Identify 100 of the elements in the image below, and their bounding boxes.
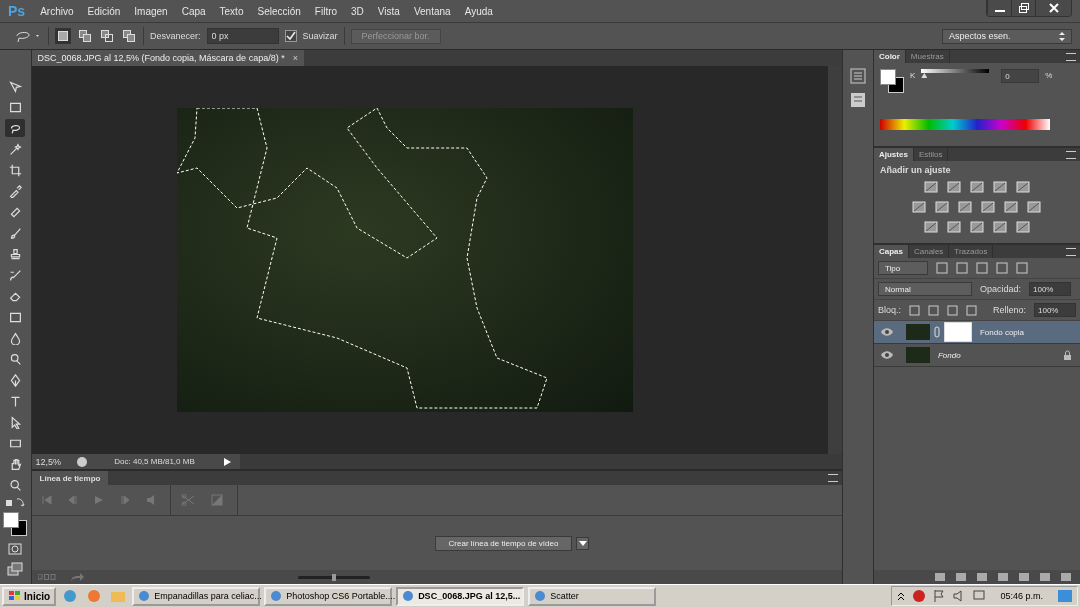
restore-button[interactable]: [1011, 0, 1035, 16]
scrollbar[interactable]: [239, 454, 843, 469]
menu-item[interactable]: Filtro: [307, 5, 345, 17]
timeline-tab[interactable]: Línea de tiempo: [31, 471, 109, 485]
fill-field[interactable]: 100%: [1034, 303, 1076, 317]
workspace-dropdown[interactable]: Aspectos esen.: [942, 28, 1072, 44]
layer-action-icon[interactable]: [934, 572, 946, 582]
layer-filter-icon[interactable]: [935, 262, 948, 274]
history-panel-icon[interactable]: [849, 68, 868, 84]
layer-filter-icon[interactable]: [1015, 262, 1028, 274]
create-timeline-button[interactable]: Crear línea de tiempo de vídeo: [434, 535, 573, 551]
zoom-level[interactable]: 12,5%: [35, 456, 68, 467]
quick-mask-icon[interactable]: [8, 543, 23, 555]
menu-item[interactable]: Ayuda: [457, 5, 500, 17]
menu-item[interactable]: Capa: [174, 5, 213, 17]
panel-tab[interactable]: Trazados: [949, 245, 994, 258]
panel-menu-icon[interactable]: [828, 474, 839, 482]
menu-item[interactable]: Imagen: [127, 5, 175, 17]
network-icon[interactable]: [972, 589, 987, 603]
start-button[interactable]: Inicio: [2, 586, 57, 606]
selection-mode-button[interactable]: [77, 28, 93, 44]
menu-item[interactable]: Texto: [212, 5, 251, 17]
lasso-icon[interactable]: [5, 119, 26, 137]
feather-field[interactable]: 0 px: [206, 28, 279, 44]
layer-action-icon[interactable]: [976, 572, 988, 582]
layer-filter-icon[interactable]: [995, 262, 1008, 274]
swap-colors-icon[interactable]: [5, 497, 26, 509]
layer-action-icon[interactable]: [1060, 572, 1072, 582]
layer-action-icon[interactable]: [1018, 572, 1030, 582]
adjustment-icon[interactable]: [993, 181, 1007, 193]
filter-dropdown[interactable]: Tipo: [877, 261, 928, 275]
scrollbar[interactable]: [828, 66, 843, 454]
selection-mode-button[interactable]: [99, 28, 115, 44]
adjustment-icon[interactable]: [924, 221, 938, 233]
layer-action-icon[interactable]: [1039, 572, 1051, 582]
selection-mode-button[interactable]: [121, 28, 137, 44]
flag-icon[interactable]: [932, 589, 947, 603]
layer-mask-thumbnail[interactable]: [943, 322, 972, 342]
panel-tab[interactable]: Color: [873, 50, 906, 63]
play-icon[interactable]: [221, 456, 232, 467]
antialias-checkbox[interactable]: [284, 30, 297, 42]
adjustment-icon[interactable]: [947, 181, 961, 193]
taskbar-button[interactable]: Photoshop CS6 Portable....: [264, 586, 393, 606]
layer-action-icon[interactable]: [955, 572, 967, 582]
adjustment-icon[interactable]: [970, 181, 984, 193]
document-tab[interactable]: DSC_0068.JPG al 12,5% (Fondo copia, Máscara de capa/8) * ×: [31, 50, 304, 66]
channel-slider[interactable]: [921, 69, 990, 79]
color-swatches-drawing[interactable]: [3, 512, 28, 536]
globe-icon[interactable]: [75, 455, 88, 468]
panel-menu-icon[interactable]: [1066, 247, 1076, 256]
panel-menu-icon[interactable]: [1066, 150, 1076, 159]
layer-action-icon[interactable]: [997, 572, 1009, 582]
menu-item[interactable]: Ventana: [406, 5, 458, 17]
menu-item[interactable]: Vista: [370, 5, 407, 17]
taskbar-button[interactable]: Scatter: [528, 586, 657, 606]
taskbar-button[interactable]: Empanadillas para celiac...: [132, 586, 261, 606]
eye-icon[interactable]: [879, 350, 894, 360]
layer-filter-icon[interactable]: [975, 262, 988, 274]
panel-tab[interactable]: Ajustes: [873, 148, 914, 161]
menu-item[interactable]: Archivo: [33, 5, 81, 17]
adjustment-icon[interactable]: [947, 221, 961, 233]
taskbar-button[interactable]: DSC_0068.JPG al 12,5...: [396, 586, 525, 606]
blend-mode-dropdown[interactable]: Normal: [877, 282, 972, 296]
properties-panel-icon[interactable]: [849, 92, 868, 108]
lock-option-icon[interactable]: [928, 304, 939, 316]
chain-link-icon[interactable]: [933, 326, 940, 338]
dropdown-button[interactable]: [576, 536, 590, 550]
layer-filter-icon[interactable]: [955, 262, 968, 274]
close-button[interactable]: [1035, 0, 1071, 16]
layer-row[interactable]: Fondo: [873, 344, 1080, 367]
adjustment-icon[interactable]: [970, 221, 984, 233]
selection-mode-button[interactable]: [55, 28, 71, 44]
lock-option-icon[interactable]: [966, 304, 977, 316]
lasso-tool-icon[interactable]: [14, 29, 42, 43]
channel-value-field[interactable]: 0: [1001, 69, 1040, 83]
layer-row[interactable]: Fondo copia: [873, 321, 1080, 344]
close-tab-button[interactable]: ×: [292, 53, 298, 63]
eye-icon[interactable]: [879, 327, 894, 337]
opacity-field[interactable]: 100%: [1029, 282, 1071, 296]
panel-tab[interactable]: Canales: [909, 245, 950, 258]
panel-tab[interactable]: Estilos: [913, 148, 949, 161]
antivirus-icon[interactable]: [912, 589, 927, 603]
panel-menu-icon[interactable]: [1066, 52, 1076, 61]
menu-item[interactable]: Edición: [80, 5, 128, 17]
adjustment-icon[interactable]: [924, 181, 938, 193]
color-spectrum[interactable]: [879, 119, 1050, 130]
timeline-zoom-slider[interactable]: [297, 575, 370, 579]
menu-item[interactable]: Selección: [250, 5, 308, 17]
screen-mode-icon[interactable]: [7, 562, 24, 576]
lock-option-icon[interactable]: [909, 304, 920, 316]
color-swatches-drawing[interactable]: [879, 69, 904, 93]
adjustment-icon[interactable]: [993, 221, 1007, 233]
panel-tab[interactable]: Capas: [873, 245, 909, 258]
desktop-icon[interactable]: [1057, 589, 1073, 603]
adjustment-icon[interactable]: [1016, 221, 1030, 233]
minimize-button[interactable]: [987, 0, 1011, 16]
adjustment-icon[interactable]: [1016, 181, 1030, 193]
lock-option-icon[interactable]: [947, 304, 958, 316]
panel-tab[interactable]: Muestras: [905, 50, 950, 63]
chevron-icon[interactable]: [896, 591, 907, 601]
